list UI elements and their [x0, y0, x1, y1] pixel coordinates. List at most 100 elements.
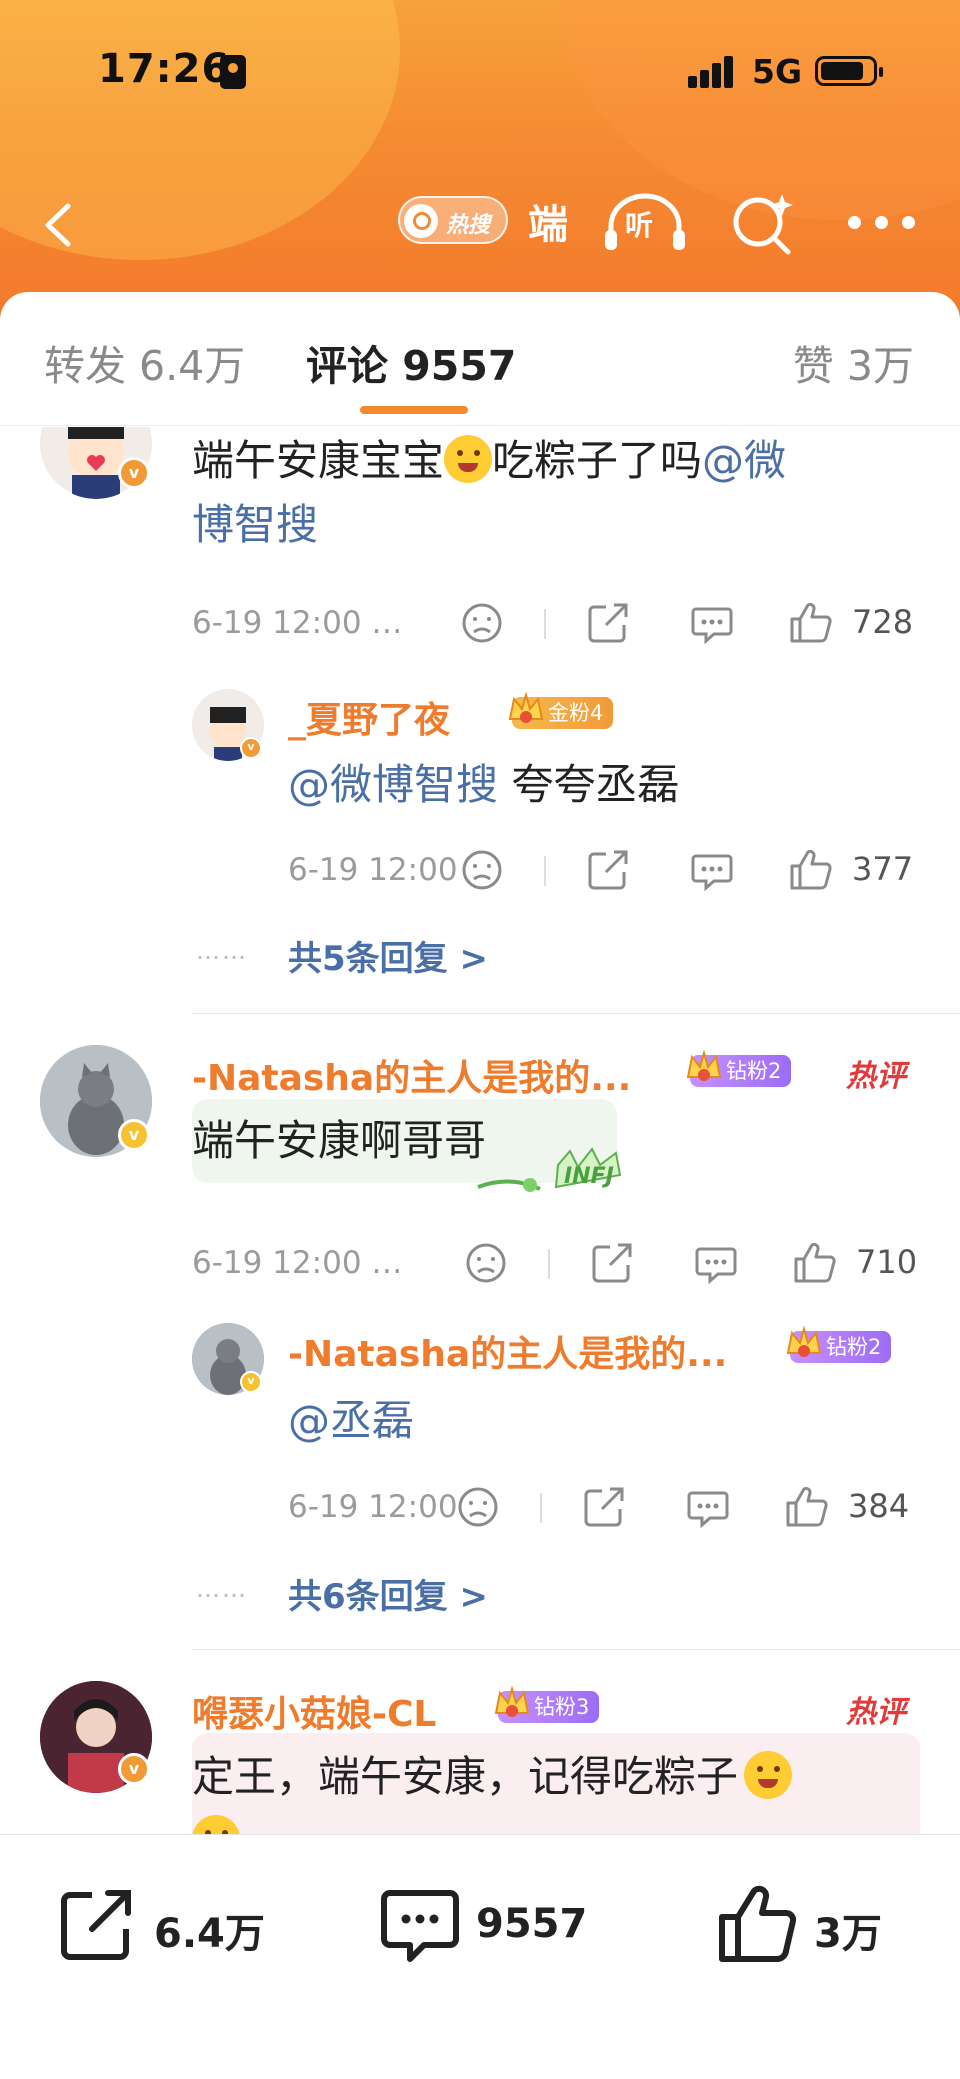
comment-date: 6-19 12:00 …: [192, 1245, 403, 1281]
like-count: 710: [856, 1243, 918, 1281]
comment-text: 定王，端午安康，记得吃粽子: [192, 1745, 912, 1834]
reply-meta: 6-19 12:00 384: [288, 1485, 928, 1535]
battery-icon: [815, 56, 883, 86]
divider: [540, 1493, 542, 1523]
hot-search-badge[interactable]: 热搜: [398, 196, 508, 244]
like-icon[interactable]: [788, 601, 832, 645]
reply-meta: 6-19 12:00 377: [288, 848, 928, 898]
like-count: 728: [852, 603, 914, 641]
reply-text: @微博智搜 夸夸丞磊: [288, 760, 680, 809]
comment-username[interactable]: -Natasha的主人是我的...: [192, 1049, 631, 1101]
verified-badge: v: [118, 457, 150, 489]
hot-comment-tag: 热评: [846, 1695, 906, 1730]
comment-separator: [192, 1013, 960, 1014]
repost-count: 6.4万: [154, 1911, 265, 1957]
hot-search-word[interactable]: 端: [528, 192, 568, 250]
sticker-text: INFJ: [564, 1164, 614, 1189]
reply-icon[interactable]: [690, 848, 734, 892]
reply-date: 6-19 12:00: [288, 852, 458, 888]
divider: [544, 609, 546, 639]
reply-icon[interactable]: [690, 601, 734, 645]
like-count: 3万: [814, 1911, 882, 1957]
tab-likes[interactable]: 赞 3万: [793, 332, 914, 392]
back-icon[interactable]: [34, 200, 84, 250]
like-button[interactable]: 3万: [716, 1885, 916, 1965]
tab-reposts[interactable]: 转发 6.4万: [44, 332, 245, 392]
like-icon[interactable]: [788, 848, 832, 892]
fan-badge: 钻粉2: [686, 1049, 792, 1087]
crown-icon: [686, 1049, 722, 1081]
mention-link[interactable]: @微: [702, 436, 786, 485]
dislike-icon[interactable]: [460, 601, 504, 645]
like-icon[interactable]: [784, 1485, 828, 1529]
fan-badge: 钻粉2: [786, 1325, 892, 1363]
tab-indicator: [360, 406, 468, 414]
status-time: 17:26: [98, 46, 231, 92]
verified-badge: v: [118, 1753, 150, 1785]
reply-icon[interactable]: [694, 1241, 738, 1285]
share-icon[interactable]: [586, 848, 630, 892]
like-icon: [719, 1885, 796, 1963]
comment-icon: [381, 1890, 459, 1962]
like-count: 384: [848, 1487, 910, 1525]
hot-comment-tag: 热评: [846, 1059, 906, 1094]
listen-label: 听: [625, 209, 654, 242]
network-label: 5G: [752, 52, 803, 91]
dislike-icon[interactable]: [464, 1241, 508, 1285]
more-replies-link[interactable]: 共5条回复 >: [288, 931, 488, 980]
comment-meta: 6-19 12:00 … 728: [192, 601, 922, 651]
share-icon[interactable]: [582, 1485, 626, 1529]
share-icon[interactable]: [590, 1241, 634, 1285]
comment-username[interactable]: 嘚瑟小菇娘-CL: [192, 1685, 436, 1737]
reply-text: @丞磊: [288, 1389, 414, 1453]
comment-button[interactable]: 9557: [380, 1885, 610, 1965]
divider: [548, 1249, 550, 1279]
comment-text: 端午安康宝宝 吃粽子了吗@微 博智搜: [192, 435, 787, 549]
more-replies-dots: ……: [196, 937, 248, 965]
divider: [544, 856, 546, 886]
fan-badge: 钻粉3: [494, 1685, 600, 1723]
share-icon: [61, 1890, 131, 1960]
verified-badge: v: [240, 1371, 262, 1393]
comment-meta: 6-19 12:00 … 710: [192, 1241, 922, 1291]
emoji-icon: [192, 1815, 240, 1834]
more-replies-link[interactable]: 共6条回复 >: [288, 1569, 488, 1618]
repost-button[interactable]: 6.4万: [56, 1885, 286, 1965]
header: 17:26 5G 热搜 端 听: [0, 0, 960, 320]
infj-sticker: INFJ: [470, 1135, 640, 1205]
kiss-emoji-icon: [744, 1751, 793, 1799]
status-bar: 17:26 5G: [0, 0, 960, 140]
mention-link[interactable]: @丞磊: [288, 1396, 414, 1445]
search-icon[interactable]: [730, 190, 796, 256]
like-count: 377: [852, 850, 914, 888]
more-icon[interactable]: [848, 216, 916, 232]
like-icon[interactable]: [792, 1241, 836, 1285]
comment-count: 9557: [476, 1901, 588, 1947]
crown-icon: [494, 1685, 530, 1717]
fan-badge: 金粉4: [508, 691, 614, 729]
reply-username[interactable]: -Natasha的主人是我的...: [288, 1325, 727, 1377]
comment-list[interactable]: v 端午安康宝宝 吃粽子了吗@微 博智搜 6-19 12:00 … 728 v _…: [0, 427, 960, 1834]
verified-badge: v: [240, 737, 262, 759]
comment-separator: [192, 1649, 960, 1650]
portrait-lock-icon: [220, 55, 246, 89]
nav-bar: 热搜 端 听: [0, 180, 960, 270]
reply-icon[interactable]: [686, 1485, 730, 1529]
mention-link[interactable]: @微博智搜: [288, 760, 498, 809]
crown-icon: [786, 1325, 822, 1357]
comment-text: 端午安康啊哥哥: [192, 1116, 487, 1165]
reply-username[interactable]: _夏野了夜: [288, 691, 450, 743]
dislike-icon[interactable]: [460, 848, 504, 892]
tab-comments[interactable]: 评论 9557: [306, 332, 516, 392]
reply-date: 6-19 12:00: [288, 1489, 458, 1525]
comment-date: 6-19 12:00 …: [192, 605, 403, 641]
share-icon[interactable]: [586, 601, 630, 645]
search-small-icon: [404, 204, 438, 238]
verified-badge: v: [118, 1119, 150, 1151]
tab-bar: 转发 6.4万 评论 9557 赞 3万: [0, 292, 960, 426]
dislike-icon[interactable]: [456, 1485, 500, 1529]
hot-search-label: 热搜: [446, 213, 491, 238]
mention-link[interactable]: 博智搜: [192, 500, 318, 549]
more-replies-dots: ……: [196, 1575, 248, 1603]
crown-icon: [508, 691, 544, 723]
